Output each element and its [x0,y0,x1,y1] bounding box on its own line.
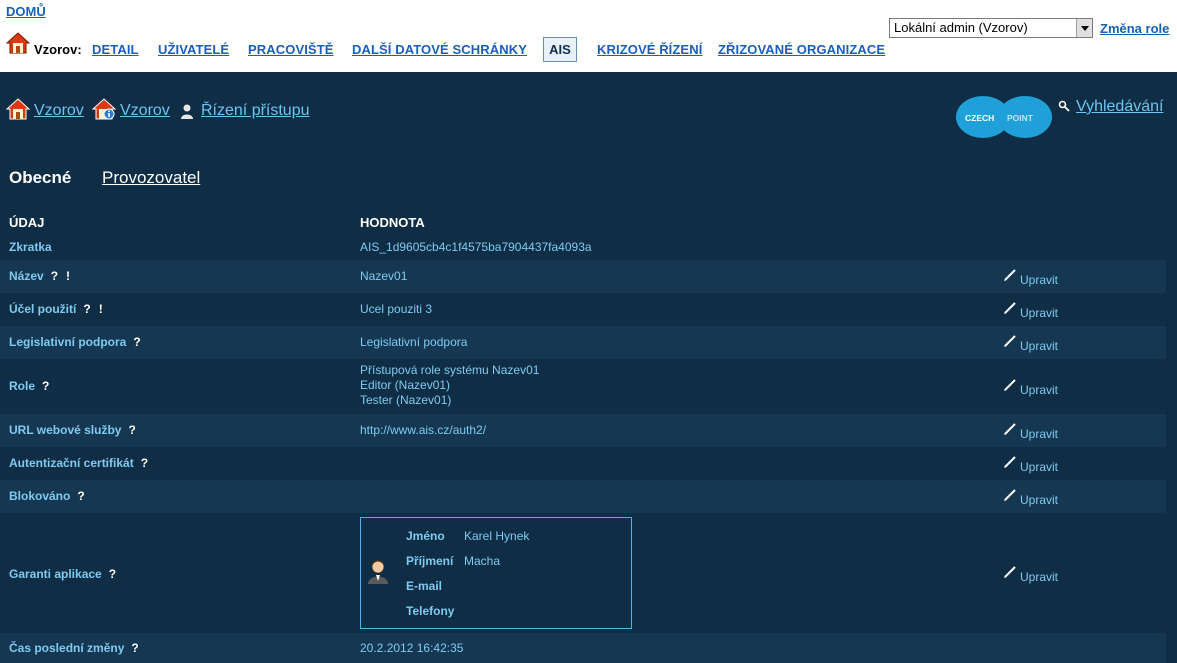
field-label: Legislativní podpora? [9,335,141,349]
role-value-1: Editor (Nazev01) [360,378,451,392]
logo-text-point: POINT [1007,113,1034,123]
field-label: URL webové služby? [9,423,136,437]
search-icon[interactable] [1058,100,1070,112]
nav-established-organizations[interactable]: ZŘIZOVANÉ ORGANIZACE [718,42,885,57]
field-value: http://www.ais.cz/auth2/ [360,423,487,437]
tab-operator[interactable]: Provozovatel [102,168,200,188]
role-value-0: Přístupová role systému Nazev01 [360,363,540,377]
nav-workplaces[interactable]: PRACOVIŠTĚ [248,42,334,57]
person-icon [368,560,388,584]
pencil-icon[interactable] [1004,422,1017,435]
field-label: Autentizační certifikát? [9,456,149,470]
table-row: Název?! Nazev01 Upravit [0,260,1166,293]
pencil-icon[interactable] [1004,455,1017,468]
logo-text-czech: CZECH [965,113,994,123]
home-link[interactable]: DOMŮ [6,4,46,19]
edit-button[interactable]: Upravit [1020,570,1058,584]
top-bar: DOMŮ Vzorov: DETAIL UŽIVATELÉ PRACOVIŠTĚ… [0,0,1177,72]
user-icon [181,104,193,119]
pencil-icon[interactable] [1004,268,1017,281]
required-icon: ! [98,302,103,316]
breadcrumb-vzorov-info[interactable]: Vzorov [120,102,170,120]
nav-users[interactable]: UŽIVATELÉ [158,42,229,57]
required-icon: ! [66,269,71,283]
guarantor-email-label: E-mail [406,579,443,593]
home-icon [6,98,30,120]
help-icon[interactable]: ? [51,269,58,283]
tab-general[interactable]: Obecné [9,168,71,188]
field-label: Čas poslední změny? [9,641,139,655]
guarantor-first-name-label: Jméno [406,529,445,543]
nav-other-data-boxes[interactable]: DALŠÍ DATOVÉ SCHRÁNKY [352,42,527,57]
table-row: Legislativní podpora? Legislativní podpo… [0,326,1166,359]
table-row: Blokováno? Upravit [0,480,1166,513]
help-icon[interactable]: ? [141,456,148,470]
edit-button[interactable]: Upravit [1020,427,1058,441]
table-row: Role? Přístupová role systému Nazev01 Ed… [0,359,1166,414]
table-row: Autentizační certifikát? Upravit [0,447,1166,480]
field-value: Nazev01 [360,269,408,283]
pencil-icon[interactable] [1004,301,1017,314]
breadcrumb-vzorov[interactable]: Vzorov [34,102,84,120]
nav-ais-active[interactable]: AIS [543,37,577,62]
field-label: Blokováno? [9,489,85,503]
column-header-value: HODNOTA [360,215,425,230]
guarantor-last-name-label: Příjmení [406,554,454,568]
help-icon[interactable]: ? [131,641,138,655]
help-icon[interactable]: ? [133,335,140,349]
field-label: Název?! [9,269,71,283]
field-label: Účel použití?! [9,302,103,316]
breadcrumb-access-control[interactable]: Řízení přístupu [201,102,310,120]
nav-crisis-management[interactable]: KRIZOVÉ ŘÍZENÍ [597,42,702,57]
help-icon[interactable]: ? [109,567,116,581]
pencil-icon[interactable] [1004,488,1017,501]
guarantor-phones-label: Telefony [406,604,455,618]
dropdown-arrow-icon[interactable] [1076,19,1092,37]
guarantor-last-name: Macha [464,554,501,568]
help-icon[interactable]: ? [42,379,49,393]
edit-button[interactable]: Upravit [1020,383,1058,397]
help-icon[interactable]: ? [128,423,135,437]
role-select[interactable]: Lokální admin (Vzorov) [889,18,1093,38]
table-row: Zkratka AIS_1d9605cb4c1f4575ba7904437fa4… [0,234,1166,260]
nav-detail[interactable]: DETAIL [92,42,139,57]
field-value: 20.2.2012 16:42:35 [360,641,464,655]
field-label: Role? [9,379,50,393]
field-value: Ucel pouziti 3 [360,302,433,316]
edit-button[interactable]: Upravit [1020,306,1058,320]
organization-label: Vzorov: [34,42,82,57]
guarantor-first-name: Karel Hynek [464,529,530,543]
table-row: Čas poslední změny? 20.2.2012 16:42:35 [0,633,1166,663]
table-row: URL webové služby? http://www.ais.cz/aut… [0,414,1166,447]
edit-button[interactable]: Upravit [1020,493,1058,507]
help-icon[interactable]: ? [83,302,90,316]
field-label: Zkratka [9,240,52,254]
field-value: AIS_1d9605cb4c1f4575ba7904437fa4093a [360,240,592,254]
role-value-2: Tester (Nazev01) [360,393,452,407]
table-row: Účel použití?! Ucel pouziti 3 Upravit [0,293,1166,326]
role-select-value: Lokální admin (Vzorov) [894,20,1028,35]
column-header-field: ÚDAJ [9,215,45,230]
edit-button[interactable]: Upravit [1020,460,1058,474]
pencil-icon[interactable] [1004,334,1017,347]
search-link[interactable]: Vyhledávání [1076,98,1163,116]
change-role-link[interactable]: Změna role [1100,21,1169,36]
czechpoint-logo: CZECH POINT [956,96,1052,138]
pencil-icon[interactable] [1004,565,1017,578]
edit-button[interactable]: Upravit [1020,339,1058,353]
home-icon [6,32,30,54]
field-value: Legislativní podpora [360,335,468,349]
field-label: Garanti aplikace? [9,567,117,581]
help-icon[interactable]: ? [77,489,84,503]
home-info-icon [92,98,116,120]
edit-button[interactable]: Upravit [1020,273,1058,287]
pencil-icon[interactable] [1004,378,1017,391]
